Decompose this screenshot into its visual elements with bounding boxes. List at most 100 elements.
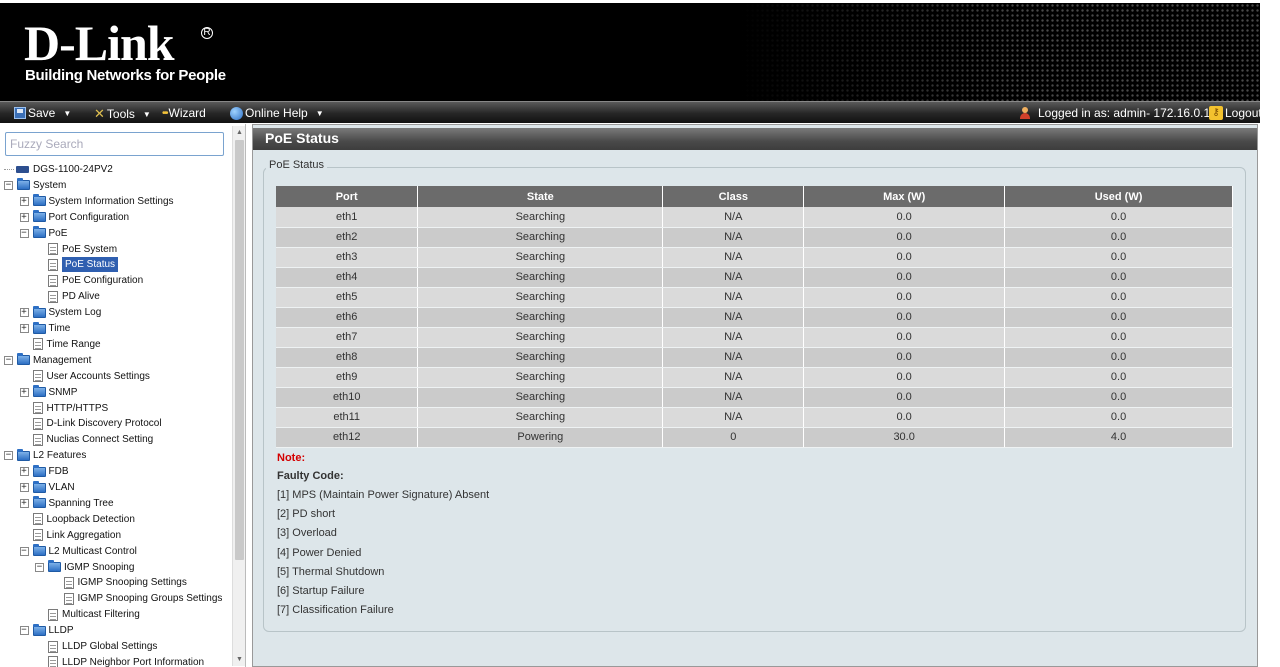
folder-icon: [48, 560, 61, 572]
expand-icon[interactable]: +: [19, 212, 29, 222]
nav-item[interactable]: Time Range: [20, 337, 101, 352]
nav-item-label: PoE: [48, 227, 68, 239]
nav-item[interactable]: Link Aggregation: [20, 528, 121, 543]
nav-item[interactable]: PoE Configuration: [35, 273, 143, 288]
table-cell: eth3: [276, 247, 419, 268]
nav-item-label: System: [33, 179, 67, 191]
sidebar-scrollbar[interactable]: ▲ ▼: [232, 126, 245, 666]
table-cell: 0.0: [1004, 307, 1233, 328]
page-title: PoE Status: [253, 128, 1257, 150]
table-cell: eth4: [276, 267, 419, 288]
nav-item[interactable]: User Accounts Settings: [20, 369, 150, 384]
nav-item[interactable]: HTTP/HTTPS: [20, 401, 109, 416]
expand-icon[interactable]: +: [19, 467, 29, 477]
nav-item[interactable]: LLDP Neighbor Port Information: [35, 655, 204, 667]
nav-item[interactable]: + Spanning Tree: [19, 496, 114, 511]
nav-item[interactable]: + System Information Settings: [19, 194, 174, 209]
collapse-icon[interactable]: −: [4, 180, 13, 190]
nav-item-label: Time Range: [46, 338, 101, 350]
collapse-icon[interactable]: −: [19, 546, 29, 556]
collapse-icon[interactable]: −: [19, 626, 29, 636]
nav-item-label: VLAN: [48, 482, 75, 493]
faulty-code-item: [1] MPS (Maintain Power Signature) Absen…: [277, 489, 490, 501]
table-cell: 0.0: [1004, 267, 1233, 288]
table-cell: 0.0: [1004, 227, 1233, 248]
tools-menu[interactable]: ✕ Tools ▼: [94, 106, 151, 122]
expand-icon[interactable]: +: [19, 196, 29, 206]
scroll-up-arrow-icon[interactable]: ▲: [233, 126, 245, 139]
table-cell: Searching: [417, 247, 664, 268]
nav-item[interactable]: IGMP Snooping Settings: [51, 575, 187, 590]
nav-item[interactable]: − L2 Multicast Control: [19, 544, 137, 559]
table-cell: Searching: [417, 407, 664, 428]
nav-item[interactable]: Nuclias Connect Setting: [20, 432, 154, 447]
wizard-menu[interactable]: ••• Wizard: [162, 106, 206, 120]
expand-icon[interactable]: +: [19, 387, 29, 397]
expand-icon[interactable]: +: [19, 498, 29, 508]
folder-icon: [32, 305, 46, 318]
nav-item[interactable]: − IGMP Snooping: [35, 560, 134, 575]
column-header-used: Used (W): [1004, 186, 1233, 207]
nav-item-label: Nuclias Connect Setting: [46, 434, 154, 446]
nav-item[interactable]: + VLAN: [19, 480, 75, 495]
save-icon: [14, 107, 26, 119]
table-cell: N/A: [662, 347, 805, 368]
save-menu[interactable]: Save ▼: [14, 106, 71, 120]
table-row: eth11 Searching N/A 0.0 0.0: [276, 407, 1233, 428]
nav-item[interactable]: + Port Configuration: [19, 210, 129, 225]
note-label: Note:: [277, 452, 306, 464]
table-cell: Searching: [417, 207, 664, 228]
nav-item[interactable]: D-Link Discovery Protocol: [20, 416, 162, 431]
table-cell: 0.0: [803, 247, 1006, 268]
collapse-icon[interactable]: −: [19, 228, 29, 238]
expand-icon[interactable]: +: [19, 483, 29, 492]
nav-item-label: IGMP Snooping Groups Settings: [77, 593, 223, 605]
nav-item[interactable]: PoE System: [35, 242, 117, 257]
table-row: eth7 Searching N/A 0.0 0.0: [276, 327, 1233, 348]
table-cell: eth12: [276, 427, 419, 448]
scroll-thumb[interactable]: [235, 140, 244, 560]
nav-item-label: HTTP/HTTPS: [46, 402, 109, 414]
nav-item-label: Management: [33, 354, 92, 366]
nav-item[interactable]: − Management: [4, 353, 91, 368]
table-cell: Searching: [417, 267, 664, 288]
nav-item[interactable]: Loopback Detection: [20, 512, 135, 527]
nav-item[interactable]: PoE Status: [35, 256, 120, 274]
table-cell: eth1: [276, 207, 419, 228]
scroll-down-arrow-icon[interactable]: ▼: [233, 653, 245, 666]
nav-item[interactable]: DGS-1100-24PV2: [4, 162, 113, 177]
table-cell: 30.0: [803, 427, 1006, 448]
folder-icon: [17, 178, 30, 191]
nav-item[interactable]: − System: [4, 178, 66, 193]
nav-item[interactable]: + Time: [19, 321, 70, 336]
logout-button[interactable]: ⚷ Logout: [1209, 106, 1262, 120]
page-icon: [48, 656, 58, 667]
column-header-port: Port: [276, 186, 419, 207]
nav-item[interactable]: + System Log: [19, 305, 101, 320]
page-icon: [63, 576, 74, 589]
faulty-code-list: [1] MPS (Maintain Power Signature) Absen…: [277, 489, 489, 623]
nav-item[interactable]: − LLDP: [19, 623, 74, 638]
nav-item[interactable]: + SNMP: [19, 385, 77, 400]
fuzzy-search-input[interactable]: [5, 132, 224, 156]
nav-item[interactable]: − PoE: [19, 226, 68, 241]
nav-item-label: IGMP Snooping Settings: [77, 577, 187, 589]
table-cell: N/A: [662, 287, 805, 308]
nav-item[interactable]: LLDP Global Settings: [35, 639, 157, 654]
wizard-label: Wizard: [168, 106, 206, 120]
nav-item[interactable]: + FDB: [19, 464, 69, 479]
table-cell: 0.0: [1004, 207, 1233, 228]
expand-icon[interactable]: +: [19, 308, 29, 318]
folder-icon: [32, 194, 46, 207]
nav-item[interactable]: PD Alive: [35, 289, 100, 304]
nav-item[interactable]: Multicast Filtering: [35, 607, 140, 622]
online-help-menu[interactable]: Online Help ▼: [230, 106, 324, 120]
table-cell: 0.0: [1004, 247, 1233, 268]
collapse-icon[interactable]: −: [35, 562, 44, 572]
collapse-icon[interactable]: −: [4, 451, 13, 461]
expand-icon[interactable]: +: [19, 324, 29, 333]
nav-item[interactable]: − L2 Features: [4, 448, 86, 463]
nav-item[interactable]: IGMP Snooping Groups Settings: [51, 591, 223, 606]
collapse-icon[interactable]: −: [4, 355, 13, 365]
nav-item-label: LLDP Neighbor Port Information: [62, 656, 205, 667]
